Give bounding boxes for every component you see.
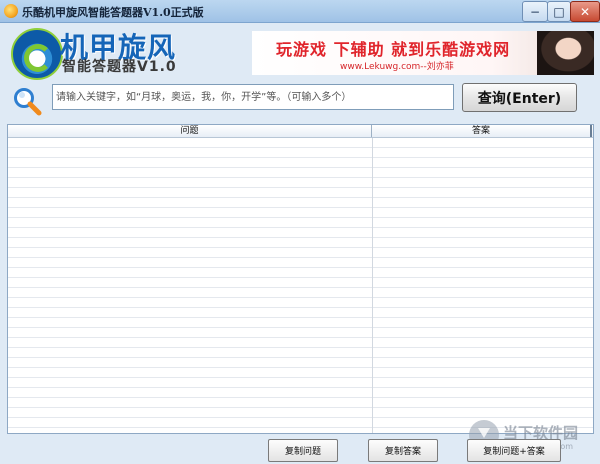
results-table[interactable]: 问题 答案 [7, 124, 594, 434]
logo-subtitle: 智能答题器V1.0 [62, 59, 177, 75]
minimize-icon: − [529, 4, 541, 19]
column-divider [372, 138, 373, 433]
search-input[interactable] [52, 84, 454, 110]
maximize-icon: □ [553, 4, 565, 19]
title-bar[interactable]: 乐酷机甲旋风智能答题器V1.0正式版 − □ ✕ [0, 0, 600, 23]
maximize-button[interactable]: □ [547, 1, 571, 22]
copy-question-button[interactable]: 复制问题 [268, 439, 338, 462]
logo-ring-icon [24, 44, 52, 72]
app-icon [4, 4, 18, 18]
minimize-button[interactable]: − [522, 1, 548, 22]
window-title: 乐酷机甲旋风智能答题器V1.0正式版 [22, 6, 204, 19]
ad-banner[interactable]: 玩游戏 下辅助 就到乐酷游戏网 www.Lekuwg.com--刘亦菲 [252, 31, 594, 75]
close-icon: ✕ [579, 4, 591, 19]
app-window: 乐酷机甲旋风智能答题器V1.0正式版 − □ ✕ 机甲旋风 智能答题器V1.0 … [0, 0, 600, 464]
search-icon [14, 88, 42, 116]
banner-photo [537, 31, 594, 75]
copy-question-answer-button[interactable]: 复制问题+答案 [467, 439, 561, 462]
banner-url: www.Lekuwg.com--刘亦菲 [340, 62, 454, 72]
column-header-answer[interactable]: 答案 [372, 125, 592, 137]
table-body[interactable] [8, 138, 593, 433]
table-header: 问题 答案 [8, 125, 593, 138]
copy-answer-button[interactable]: 复制答案 [368, 439, 438, 462]
query-button[interactable]: 查询(Enter) [462, 83, 577, 112]
banner-headline: 玩游戏 下辅助 就到乐酷游戏网 [276, 40, 511, 59]
close-button[interactable]: ✕ [570, 1, 600, 22]
column-header-question[interactable]: 问题 [8, 125, 372, 137]
